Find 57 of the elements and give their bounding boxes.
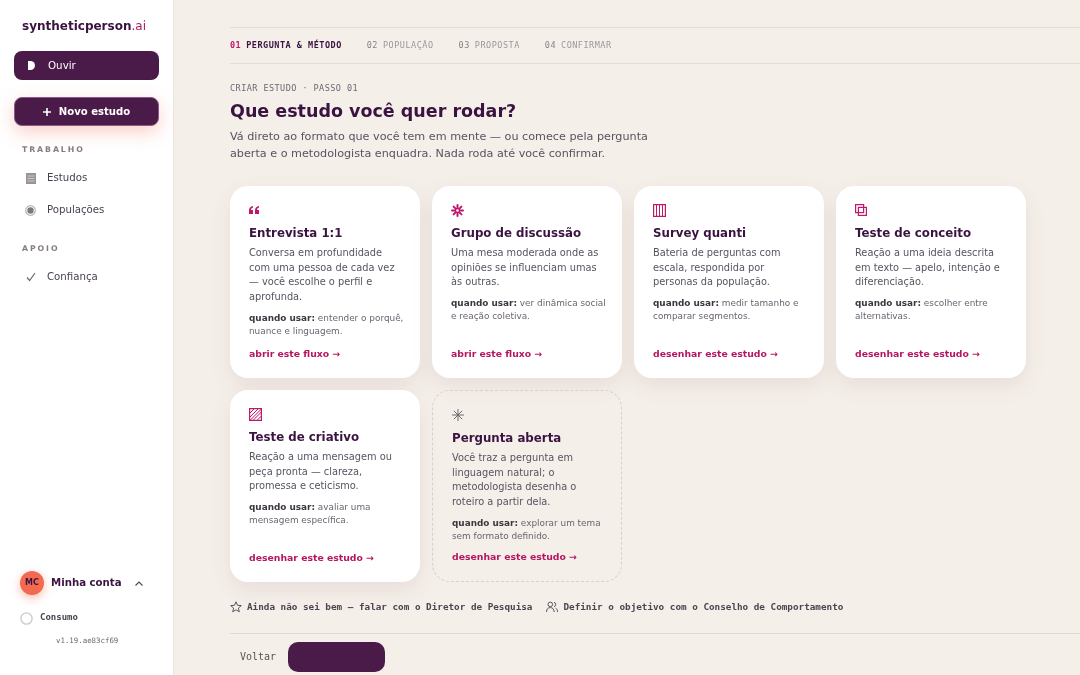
card-description: Bateria de perguntas com escala, respondida por personas da população. (653, 246, 782, 290)
card-description: Reação a uma mensagem ou peça pronta — clareza, promessa e ceticismo. (249, 450, 393, 494)
ring-icon (20, 611, 33, 625)
logo-text: syntheticperson.ai (21, 18, 146, 35)
card-usage-text: quando usar: avaliar uma mensagem específica. (249, 501, 372, 528)
asterisk-icon (452, 409, 464, 421)
card-usage-text: quando usar: explorar um tema sem formato definido. (452, 516, 602, 543)
card-usage-text: quando usar: entender o porquê, nuance e linguagem. (249, 311, 404, 338)
dot-circle-icon (25, 204, 36, 216)
people-icon (546, 600, 559, 613)
card-heading: Teste de conceito (855, 225, 972, 242)
sidebar-item[interactable]: Populações (14, 194, 159, 226)
squares-icon (855, 204, 867, 216)
card-link[interactable]: abrir este fluxo → (451, 347, 543, 361)
help-link[interactable]: Ainda não sei bem — falar com o Diretor de Pesquisa (230, 600, 533, 614)
card-description: Uma mesa moderada onde as opiniões se influenciam umas às outras. (451, 246, 600, 290)
card-description: Reação a uma ideia descrita em texto — apelo, intenção e diferenciação. (855, 246, 1001, 290)
intro-text: Vá direto ao formato que você tem em mente — ou comece pela pergunta aberta e o metodologista enquadra. Nada roda até você confirmar. (230, 129, 649, 162)
listen-button[interactable]: Ouvir (14, 51, 159, 80)
card-description: Você traz a pergunta em linguagem natural; o metodologista desenha o roteiro a partir dela. (452, 451, 578, 510)
step-caption: CRIAR ESTUDO · PASSO 01 (230, 82, 359, 94)
step-tab[interactable]: 04 CONFIRMAR (544, 39, 612, 52)
plus-icon (42, 107, 51, 116)
star-icon (230, 600, 242, 613)
card-link[interactable]: desenhar este estudo → (249, 551, 374, 565)
card-usage-text: quando usar: ver dinâmica social e reação coletiva. (451, 297, 606, 324)
columns-icon (653, 203, 666, 217)
quote-icon (249, 206, 259, 214)
hatched-square-icon (249, 407, 262, 421)
step-tab[interactable]: 02 POPULAÇÃO (366, 39, 434, 52)
avatar: MC (20, 571, 44, 595)
usage-link[interactable]: Consumo (14, 608, 84, 628)
step-tab[interactable]: 01 PERGUNTA & MÉTODO (230, 39, 342, 52)
check-icon (25, 272, 36, 282)
card-link[interactable]: desenhar este estudo → (855, 347, 980, 361)
help-link[interactable]: Definir o objetivo com o Conselho de Comportamento (546, 600, 844, 614)
asterisk-icon (451, 203, 464, 217)
card-link[interactable]: abrir este fluxo → (249, 347, 341, 361)
card-heading: Grupo de discussão (451, 225, 582, 242)
back-button[interactable]: Voltar (230, 649, 277, 665)
card-heading: Pergunta aberta (452, 430, 562, 447)
card-usage-text: quando usar: medir tamanho e comparar segmentos. (653, 297, 800, 324)
sidebar-item[interactable]: Estudos (14, 162, 159, 194)
card-usage-text: quando usar: escolher entre alternativas. (855, 297, 989, 324)
card-heading: Survey quanti (653, 225, 747, 242)
card-link[interactable]: desenhar este estudo → (653, 347, 778, 361)
card-heading: Teste de criativo (249, 429, 360, 446)
account-menu[interactable]: MC Minha conta (14, 569, 159, 597)
page-heading: Que estudo você quer rodar? (230, 100, 517, 123)
sidebar-item[interactable]: Confiança (14, 261, 159, 293)
new-study-button[interactable]: Novo estudo (14, 97, 159, 126)
action-button[interactable] (288, 641, 386, 672)
card-description: Conversa em profundidade com uma pessoa de cada vez — você escolhe o perfil e aprofunda. (249, 246, 396, 305)
card-heading: Entrevista 1:1 (249, 225, 343, 242)
list-icon (25, 172, 36, 184)
card-link[interactable]: desenhar este estudo → (452, 550, 577, 564)
step-tab[interactable]: 03 PROPOSTA (458, 39, 520, 52)
